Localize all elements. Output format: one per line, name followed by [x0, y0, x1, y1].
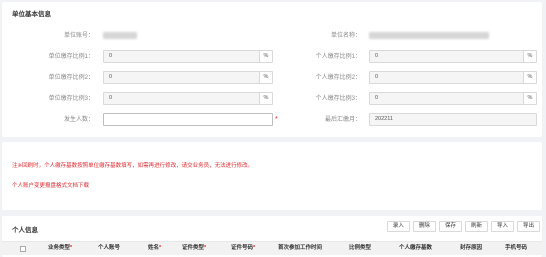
personal-ratio-3-input[interactable]: 0% — [369, 92, 537, 105]
unit-name-value — [369, 29, 489, 43]
delete-button[interactable]: 删除 — [412, 221, 436, 232]
unit-name-label: 单位名称： — [330, 33, 361, 39]
save-button[interactable]: 保存 — [438, 221, 462, 232]
form-row-headcount: 发生人数： * 最后汇缴月： 202211 — [2, 113, 542, 127]
form-row-ratio-3: 单位缴存比例3： 0% 个人缴存比例3： 0% — [2, 92, 542, 106]
unit-ratio-3-label: 单位缴存比例3： — [48, 96, 94, 102]
col-id-type: 证件类型* — [182, 245, 207, 251]
template-download-link[interactable]: 个人账户变更报盘格式文档下载 — [12, 181, 89, 189]
notice-panel: 注※回刷时，个人缴存基数按照单位缴存基数填写，如需再进行修改，请交业务员，无法进… — [2, 142, 542, 210]
toolbar: 录入 删除 保存 刷新 导入 导出 — [386, 221, 540, 232]
unit-basic-info-panel: 单位基本信息 单位账号： 单位名称： 单位缴存比例1： 0% 个人缴存比例1： … — [2, 2, 542, 137]
add-button[interactable]: 录入 — [386, 221, 410, 232]
last-remit-label: 最后汇缴月： — [324, 117, 361, 123]
personal-ratio-2-input[interactable]: 0% — [369, 71, 537, 84]
form-row-ratio-1: 单位缴存比例1： 0% 个人缴存比例1： 0% — [2, 50, 542, 64]
unit-ratio-2-label: 单位缴存比例2： — [48, 75, 94, 81]
col-first-work-date: 首次参加工作时间 — [278, 245, 323, 251]
notice-text: 注※回刷时，个人缴存基数按照单位缴存基数填写，如需再进行修改，请交业务员，无法进… — [12, 163, 254, 169]
personal-ratio-1-input[interactable]: 0% — [369, 50, 537, 63]
personal-ratio-1-label: 个人缴存比例1： — [315, 54, 361, 60]
unit-ratio-1-input[interactable]: 0% — [103, 50, 273, 63]
col-phone: 手机号码 — [505, 245, 528, 251]
personal-ratio-3-label: 个人缴存比例3： — [315, 96, 361, 102]
export-button[interactable]: 导出 — [516, 221, 540, 232]
import-button[interactable]: 导入 — [490, 221, 514, 232]
unit-no-label: 单位账号： — [63, 33, 94, 39]
section-title: 个人信息 — [12, 227, 38, 234]
select-all-checkbox[interactable] — [20, 246, 26, 252]
col-personal-base: 个人缴存基数 — [399, 245, 433, 251]
col-personal-account: 个人账号 — [98, 245, 121, 251]
table-header: 业务类型* 个人账号 姓名* 证件类型* 证件号码* 首次参加工作时间 比例类型… — [2, 241, 542, 255]
unit-ratio-1-label: 单位缴存比例1： — [48, 54, 94, 60]
section-title: 单位基本信息 — [12, 11, 51, 18]
personal-info-panel: 个人信息 录入 删除 保存 刷新 导入 导出 业务类型* 个人账号 姓名* 证件… — [2, 216, 542, 257]
form-row-ratio-2: 单位缴存比例2： 0% 个人缴存比例2： 0% — [2, 71, 542, 85]
headcount-input[interactable] — [103, 113, 273, 126]
personal-ratio-2-label: 个人缴存比例2： — [315, 75, 361, 81]
refresh-button[interactable]: 刷新 — [464, 221, 488, 232]
unit-ratio-3-input[interactable]: 0% — [103, 92, 273, 105]
col-business-type: 业务类型* — [48, 245, 73, 251]
last-remit-input[interactable]: 202211 — [369, 113, 537, 126]
col-id-number: 证件号码* — [231, 245, 256, 251]
col-ratio-type: 比例类型 — [349, 245, 372, 251]
headcount-label: 发生人数： — [63, 117, 94, 123]
col-seal-reason: 封存原因 — [460, 245, 483, 251]
unit-no-value — [103, 29, 137, 43]
form-row-unit: 单位账号： 单位名称： — [2, 29, 542, 43]
unit-ratio-2-input[interactable]: 0% — [103, 71, 273, 84]
col-name: 姓名* — [148, 245, 162, 251]
